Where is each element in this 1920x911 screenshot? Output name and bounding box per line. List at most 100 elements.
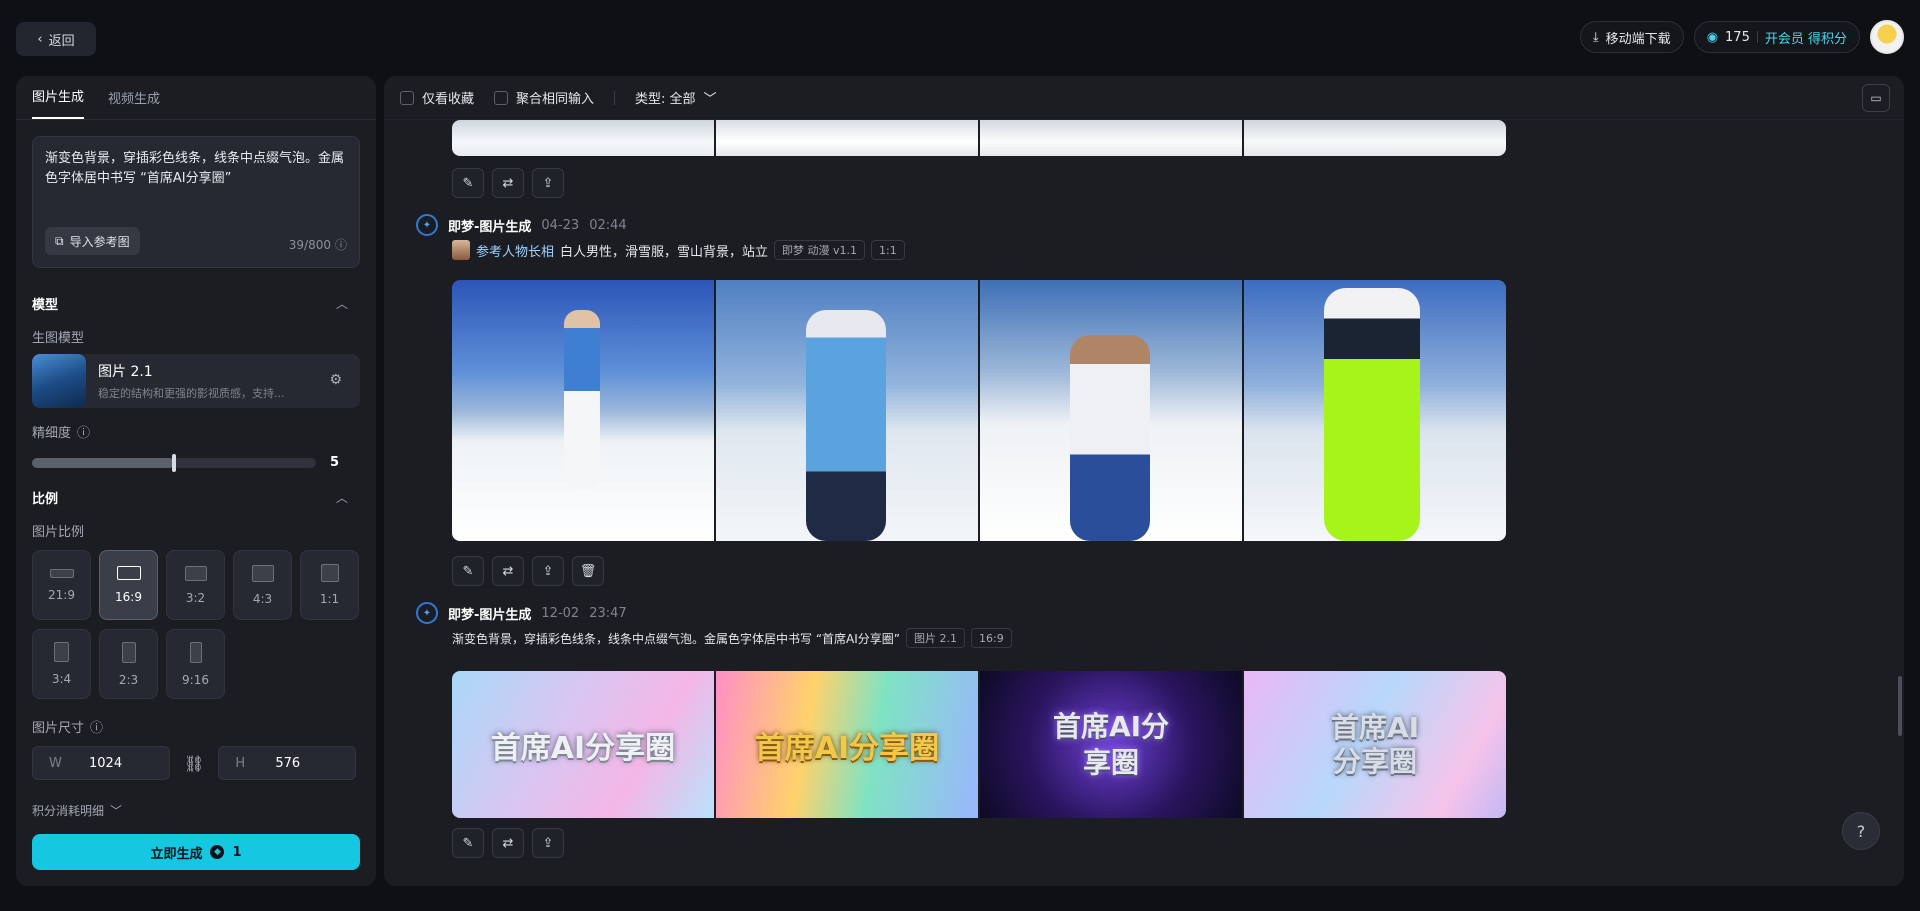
edit-icon[interactable]: ✎ <box>452 828 484 858</box>
ratio-sublabel: 图片比例 <box>32 525 85 540</box>
ratio-4-3[interactable]: 4:3 <box>233 550 292 620</box>
skier-figure <box>806 310 886 541</box>
info-icon: ⓘ <box>90 721 104 736</box>
model-selector[interactable]: 图片 2.1 稳定的结构和更强的影视质感，支持... ⚙ <box>32 354 360 408</box>
generated-image[interactable]: 首席AI分享圈 <box>1244 671 1506 818</box>
entry-meta: 参考人物长相 白人男性，滑雪服，雪山背景，站立 即梦 动漫 v1.1 1:1 <box>452 240 905 260</box>
dreamina-logo-icon: ✦ <box>416 214 438 236</box>
generated-image[interactable] <box>980 120 1242 156</box>
reference-face-thumbnail[interactable] <box>452 240 470 260</box>
ratio-tag: 16:9 <box>971 628 1012 648</box>
char-counter: 39/800 ⓘ <box>289 236 347 253</box>
upload-icon[interactable]: ⇪ <box>532 556 564 586</box>
import-reference-button[interactable]: ⧉ 导入参考图 <box>45 227 140 255</box>
settings-sliders-icon[interactable]: ⚙ <box>329 372 342 388</box>
model-tag: 图片 2.1 <box>906 628 965 648</box>
tab-image-generation[interactable]: 图片生成 <box>32 86 85 119</box>
entry-date: 04-23 <box>541 217 580 233</box>
ratio-21-9[interactable]: 21:9 <box>32 550 91 620</box>
height-value[interactable]: 576 <box>275 756 300 771</box>
ratio-label: 2:3 <box>118 672 139 687</box>
generated-image[interactable] <box>1244 280 1506 541</box>
banner-text: 首席AI分享圈 <box>1330 710 1420 778</box>
ratio-2-3[interactable]: 2:3 <box>99 629 158 699</box>
entry-time: 23:47 <box>589 605 627 621</box>
generated-image[interactable]: 首席AI分享圈 <box>716 671 978 818</box>
edit-icon[interactable]: ✎ <box>452 556 484 586</box>
mobile-download-button[interactable]: ⤓ 移动端下载 <box>1579 21 1684 53</box>
cost-details-toggle[interactable]: 积分消耗明细 ﹀ <box>32 802 360 819</box>
chevron-up-icon: ︿ <box>335 491 348 505</box>
banner-text: 首席AI分享圈 <box>490 730 676 766</box>
ratio-label: 3:4 <box>51 672 72 686</box>
prompt-input[interactable]: 渐变色背景，穿插彩色线条，线条中点缀气泡。金属色字体居中书写 “首席AI分享圈”… <box>32 136 360 268</box>
checkbox-box <box>494 90 509 105</box>
ratio-3-2[interactable]: 3:2 <box>166 550 225 620</box>
ratio-3-4[interactable]: 3:4 <box>32 629 91 699</box>
favorites-only-label: 仅看收藏 <box>422 92 475 107</box>
generated-image[interactable]: 首席AI分享圈 <box>452 671 714 818</box>
generated-image[interactable]: 首席AI分享圈 <box>980 671 1242 818</box>
generated-image[interactable] <box>716 120 978 156</box>
user-avatar[interactable] <box>1870 20 1904 54</box>
back-label: 返回 <box>48 33 75 49</box>
chevron-down-icon: ﹀ <box>703 92 717 107</box>
banner-text: 首席AI分享圈 <box>1052 709 1170 779</box>
ratio-1-1[interactable]: 1:1 <box>300 550 359 620</box>
ratio-section-header[interactable]: 比例 ︿ <box>32 488 360 507</box>
size-label-row: 图片尺寸 ⓘ <box>32 717 360 736</box>
coin-icon: ◆ <box>210 845 225 859</box>
skier-figure <box>564 310 600 490</box>
points-coin-icon: ◉ <box>1706 29 1719 45</box>
slider-thumb[interactable] <box>172 453 176 472</box>
width-value[interactable]: 1024 <box>89 756 122 771</box>
points-pill[interactable]: ◉ 175 开会员 得积分 <box>1693 21 1860 53</box>
ratio-9-16[interactable]: 9:16 <box>166 629 225 699</box>
tab-video-generation[interactable]: 视频生成 <box>108 88 160 119</box>
model-section-header[interactable]: 模型 ︿ <box>32 294 360 313</box>
ratio-shape <box>251 564 274 582</box>
reference-label[interactable]: 参考人物长相 <box>476 241 554 260</box>
favorites-only-checkbox[interactable]: 仅看收藏 <box>400 88 474 107</box>
width-field[interactable]: W 1024 <box>32 746 170 780</box>
delete-icon[interactable]: 🗑 <box>572 556 604 586</box>
edit-icon[interactable]: ✎ <box>452 168 484 198</box>
detail-slider[interactable] <box>32 453 316 472</box>
folder-icon[interactable]: ▭ <box>1862 84 1890 112</box>
help-button[interactable]: ? <box>1842 812 1880 850</box>
height-field[interactable]: H 576 <box>218 746 357 780</box>
entry-date: 12-02 <box>541 605 580 621</box>
back-button[interactable]: ‹ 返回 <box>16 22 96 56</box>
type-filter-dropdown[interactable]: 类型: 全部 ﹀ <box>635 88 717 107</box>
regenerate-icon[interactable]: ⇄ <box>492 556 524 586</box>
detail-label-row: 精细度 ⓘ <box>32 422 360 441</box>
regenerate-icon[interactable]: ⇄ <box>492 828 524 858</box>
upload-icon[interactable]: ⇪ <box>532 168 564 198</box>
generate-button[interactable]: 立即生成 ◆ 1 <box>32 834 360 870</box>
generated-image[interactable] <box>1244 120 1506 156</box>
model-sublabel: 生图模型 <box>32 331 85 346</box>
entry-header: ✦ 即梦-图片生成 12-02 23:47 <box>416 602 627 624</box>
prompt-text[interactable]: 渐变色背景，穿插彩色线条，线条中点缀气泡。金属色字体居中书写 “首席AI分享圈” <box>45 149 347 189</box>
regenerate-icon[interactable]: ⇄ <box>492 168 524 198</box>
divider <box>1756 31 1758 43</box>
entry-time: 02:44 <box>589 217 627 233</box>
char-count: 39/800 <box>288 237 331 252</box>
model-section-title: 模型 <box>32 298 59 313</box>
ratio-label: 1:1 <box>319 592 340 606</box>
ratio-16-9[interactable]: 16:9 <box>99 550 158 620</box>
feed-scrollbar[interactable] <box>1898 676 1902 736</box>
merge-same-checkbox[interactable]: 聚合相同输入 <box>494 88 594 107</box>
generation-feed: ✎ ⇄ ⇪ ✦ 即梦-图片生成 04-23 02:44 参考人物长相 白人男性，… <box>384 120 1904 886</box>
generated-image[interactable] <box>452 280 714 541</box>
upload-icon[interactable]: ⇪ <box>532 828 564 858</box>
generated-image[interactable] <box>716 280 978 541</box>
vip-link[interactable]: 开会员 得积分 <box>1765 28 1847 47</box>
generated-image[interactable] <box>980 280 1242 541</box>
size-label: 图片尺寸 <box>32 721 85 736</box>
link-icon[interactable]: ⛓ <box>184 754 204 773</box>
ratio-label: 21:9 <box>48 587 75 602</box>
generated-image[interactable] <box>452 120 714 156</box>
image-row-skiers <box>452 280 1506 541</box>
height-prefix: H <box>235 755 246 771</box>
